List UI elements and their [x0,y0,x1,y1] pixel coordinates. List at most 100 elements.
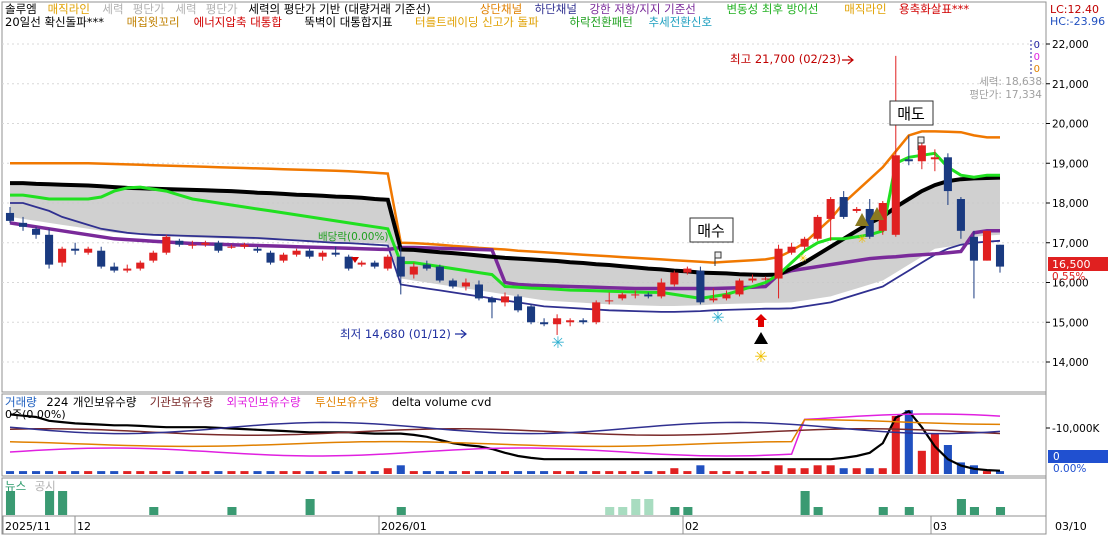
volume-bar-25 [331,471,340,474]
volume-bar-31 [409,471,418,474]
volume-legend-item-0: 거래량 [5,395,37,409]
candle-body [305,250,314,257]
candle-39 [513,294,523,313]
candle-12 [162,234,171,255]
candle-body [774,248,783,279]
avg-price-value: 평단가: 17,334 [969,89,1042,101]
volume-bar-19 [253,471,262,474]
volume-bar-18 [240,471,249,474]
candle-body [266,252,275,263]
candle-20 [266,250,275,265]
x-label-2: 2026/01 [381,520,427,533]
hc-value: HC:-23.96 [1050,15,1105,28]
candle-body [527,306,536,323]
candle-body [657,282,666,297]
candle-75 [982,230,992,261]
buy-label: 매수 [697,222,725,240]
candle-body [891,155,900,235]
candle-body [175,240,184,245]
news-bar-11 [149,507,159,515]
y-tick-label-15000: 15,000 [1052,317,1089,329]
legend-row1-item-11: 매직라인 [844,2,886,16]
candle-body [500,296,510,303]
news-bar-61 [800,491,810,515]
volume-legend-item-3: 기관보유수량 [150,395,214,409]
volume-bar-57 [748,471,757,474]
star-gold-icon: ✳ [857,232,867,246]
volume-bar-70 [917,450,926,474]
volume-bar-37 [487,471,497,474]
news-bar-51 [670,507,680,515]
volume-bar-51 [670,468,679,474]
dividend-annotation: 배당락(0.00%) [318,231,389,243]
news-bar-0 [5,491,16,515]
volume-bar-44 [579,471,588,474]
stock-chart: 22,00021,00020,00019,00018,00017,00016,0… [0,0,1111,536]
candle-body [448,280,457,287]
volume-bar-61 [800,468,809,474]
news-bar-74 [969,507,979,515]
star-gold-icon-2: ✳ [798,252,807,265]
chart-window: 22,000 21,000 20,000 19,000 18,000 17,000 16,0… [0,0,1111,536]
volume-bar-20 [266,471,275,474]
legend-row2-item-0: 20일선 확신돌파*** [5,15,104,29]
volume-bar-36 [474,471,483,474]
news-bar-30 [396,507,406,515]
y-tick-label-17000: 17,000 [1052,238,1089,250]
candle-body [110,266,119,271]
news-bar-23 [305,499,315,515]
volume-bar-0 [5,471,15,474]
volume-bar-7 [97,471,106,474]
volume-bar-67 [878,468,887,474]
volume-bar-66 [865,468,874,474]
candle-62 [813,214,822,241]
candle-45 [592,300,601,325]
candle-40 [527,304,536,325]
candle-body [409,266,418,275]
candle-body [227,246,236,248]
volume-bar-4 [58,471,67,474]
candle-body [58,248,67,263]
candle-body [709,298,718,301]
volume-bar-13 [175,471,184,474]
candle-51 [670,270,679,287]
candle-body [123,268,132,271]
candle-body [761,278,770,280]
volume-bar-23 [305,471,314,474]
x-label-4: 03 [933,520,947,533]
volume-bar-34 [448,471,457,474]
y-tick-label-21000: 21,000 [1052,79,1089,91]
volume-bar-9 [123,471,132,474]
candle-body [787,246,796,253]
candle-body [5,212,15,221]
candle-56 [735,278,744,297]
volume-bar-2 [32,471,41,474]
candle-body [513,296,523,311]
candle-body [852,208,861,211]
candle-body [631,294,640,296]
volume-bar-26 [344,471,353,474]
overlay-zero-1: 0 [1034,40,1040,51]
candle-body [149,252,158,261]
volume-bar-49 [644,471,653,474]
y-tick-label-18000: 18,000 [1052,198,1089,210]
candle-body [279,254,288,261]
candle-body [826,199,835,219]
candle-body [240,244,249,247]
volume-bar-1 [18,471,28,474]
volume-bar-59 [774,465,783,474]
volume-bar-15 [201,471,210,474]
candle-body [904,159,913,162]
candle-body [943,157,952,192]
candle-body [696,270,705,303]
legend-row1-item-5: 평단가 [206,2,238,16]
overlay-zero-2: 0 [1034,52,1040,63]
volume-bar-64 [839,468,848,474]
volume-bar-55 [722,471,731,474]
candle-body [97,250,106,267]
legend-row2-item-1: 매집윗꼬리 [127,15,180,29]
x-label-0: 2025/11 [5,520,51,533]
volume-bar-62 [813,465,822,474]
candle-body [644,294,653,297]
candle-body [435,266,444,281]
